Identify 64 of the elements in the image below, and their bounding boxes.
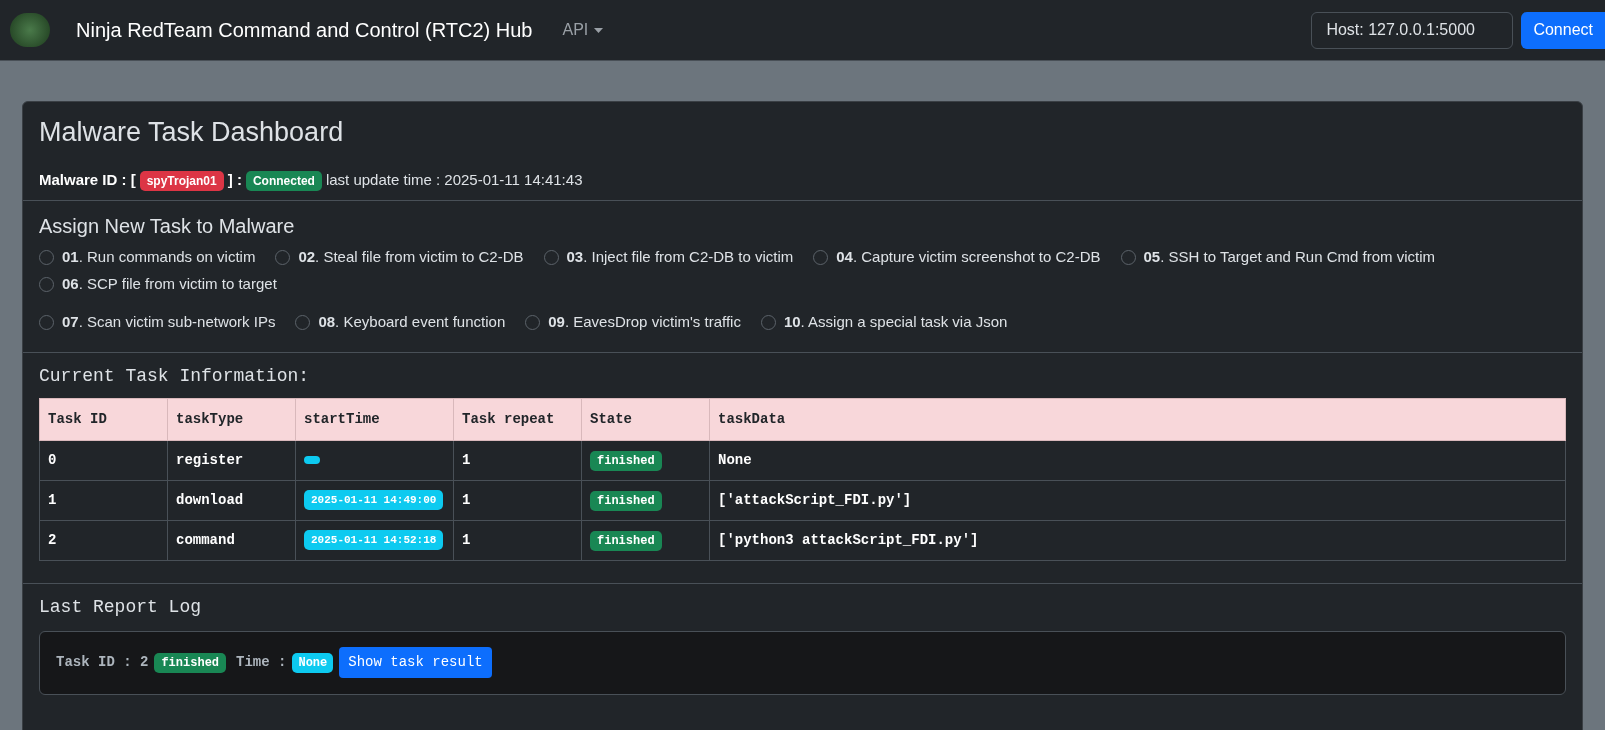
- time-badge: 2025-01-11 14:49:00: [304, 489, 444, 510]
- column-header: State: [581, 398, 710, 440]
- task-option-label[interactable]: 04. Capture victim screenshot to C2-DB: [836, 246, 1101, 269]
- radio-button[interactable]: [39, 250, 54, 265]
- column-header: Task repeat: [453, 398, 582, 440]
- table-cell: 2: [39, 520, 168, 560]
- table-cell: ['python3 attackScript_FDI.py']: [709, 520, 1566, 560]
- api-dropdown[interactable]: API: [562, 18, 604, 42]
- radio-button[interactable]: [525, 315, 541, 330]
- radio-button[interactable]: [543, 250, 559, 265]
- radio-button[interactable]: [295, 315, 311, 330]
- logo-icon: [10, 13, 50, 47]
- radio-button[interactable]: [760, 315, 776, 330]
- task-option-label[interactable]: 05. SSH to Target and Run Cmd from victim: [1143, 246, 1436, 269]
- current-task-title: Current Task Information:: [39, 364, 311, 388]
- brand-title[interactable]: Ninja RedTeam Command and Control (RTC2) Hub: [76, 15, 533, 45]
- column-header: Task ID: [39, 398, 168, 440]
- caret-icon: [594, 27, 604, 33]
- radio-button[interactable]: [39, 315, 54, 330]
- assign-title: Assign New Task to Malware: [39, 213, 296, 239]
- task-option-label[interactable]: 01. Run commands on victim: [62, 246, 256, 269]
- host-field[interactable]: Host: 127.0.0.1:5000: [1311, 11, 1514, 49]
- malware-id-badge: spyTrojan01: [139, 170, 224, 191]
- table-cell: command: [167, 520, 296, 560]
- table-cell: register: [167, 440, 296, 480]
- time-badge: None: [292, 652, 334, 673]
- table-cell: 1: [453, 480, 582, 520]
- state-badge: finished: [590, 490, 662, 511]
- time-badge: [304, 455, 320, 464]
- table-cell: download: [167, 480, 296, 520]
- task-id-label: Task ID : 2: [56, 653, 149, 672]
- task-option-label[interactable]: 09. EavesDrop victim's traffic: [548, 311, 741, 334]
- column-header: taskType: [167, 398, 296, 440]
- state-badge: finished: [154, 652, 227, 673]
- state-badge: finished: [590, 530, 662, 551]
- task-option-label[interactable]: 06. SCP file from victim to target: [62, 273, 277, 296]
- table-cell: 1: [39, 480, 168, 520]
- state-badge: finished: [590, 450, 662, 471]
- radio-button[interactable]: [813, 250, 829, 265]
- radio-button[interactable]: [275, 250, 291, 265]
- column-header: taskData: [709, 398, 1566, 440]
- dashboard-title: Malware Task Dashboard: [39, 116, 345, 149]
- time-label: Time :: [236, 653, 287, 672]
- task-option-label[interactable]: 03. Inject file from C2-DB to victim: [566, 246, 794, 269]
- connection-badge: Connected: [245, 170, 322, 191]
- table-cell: 0: [39, 440, 168, 480]
- time-badge: 2025-01-11 14:52:18: [304, 529, 444, 550]
- radio-button[interactable]: [1120, 250, 1136, 265]
- separator-text: ] :: [227, 170, 242, 191]
- table-cell: 1: [453, 440, 582, 480]
- column-header: startTime: [295, 398, 454, 440]
- task-option-label[interactable]: 07. Scan victim sub-network IPs: [62, 311, 276, 334]
- table-cell: 1: [453, 520, 582, 560]
- table-cell: None: [709, 440, 1566, 480]
- radio-button[interactable]: [39, 277, 54, 292]
- task-option-label[interactable]: 08. Keyboard event function: [318, 311, 506, 334]
- connect-button[interactable]: Connect: [1521, 11, 1605, 49]
- malware-id-label: Malware ID : [: [39, 170, 136, 191]
- update-time: last update time : 2025-01-11 14:41:43: [325, 170, 583, 191]
- task-option-label[interactable]: 02. Steal file from victim to C2-DB: [298, 246, 524, 269]
- table-cell: ['attackScript_FDI.py']: [709, 480, 1566, 520]
- task-option-label[interactable]: 10. Assign a special task via Json: [783, 311, 1008, 334]
- last-report-title: Last Report Log: [39, 595, 203, 619]
- show-result-button[interactable]: Show task result: [339, 647, 492, 678]
